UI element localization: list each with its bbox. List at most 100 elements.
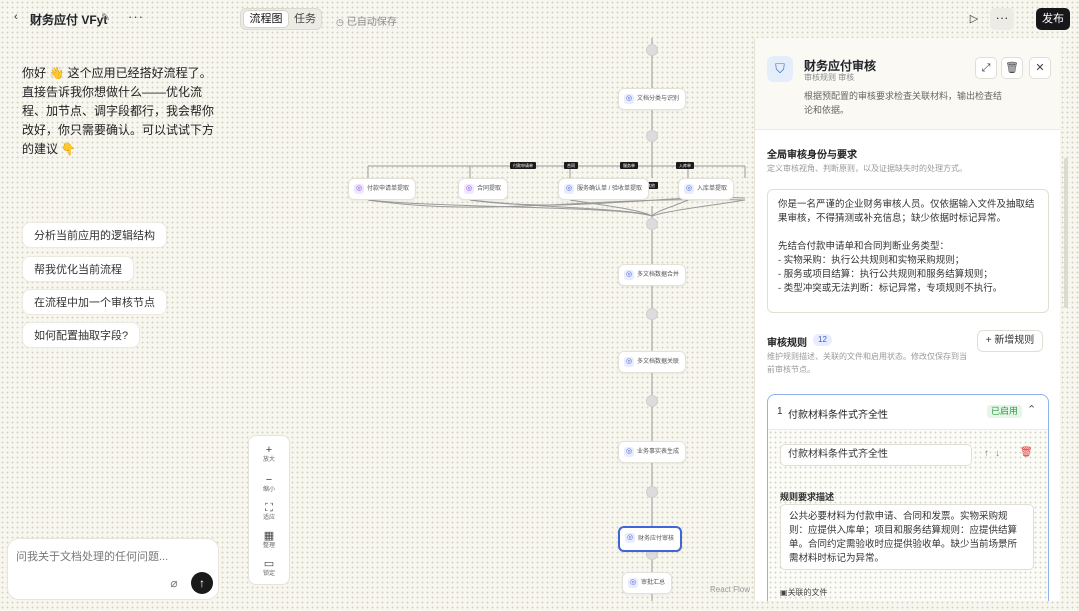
control-label: 适应 [262, 515, 275, 521]
flow-node-merge[interactable]: ◎ 多文档数据合并 [618, 264, 687, 286]
edge-tag: 合同 [564, 162, 578, 169]
panel-scrollbar[interactable] [1062, 38, 1072, 601]
zoom-out-button[interactable]: − 缩小 [249, 474, 289, 494]
save-status: ◷ 已自动保存 [336, 13, 397, 28]
edge-handle[interactable] [646, 44, 658, 56]
suggestion-analyze[interactable]: 分析当前应用的逻辑结构 [22, 222, 167, 248]
arrow-up-icon: ↑ [199, 576, 205, 590]
arrange-button[interactable]: ▦ 整理 [249, 530, 289, 550]
zoom-in-button[interactable]: + 放大 [249, 444, 289, 464]
grid-icon: ▦ [263, 530, 275, 542]
play-icon: ▷ [969, 13, 979, 25]
add-rule-label: 新增规则 [994, 335, 1035, 346]
rule-card-header[interactable]: 1 付款材料条件式齐全性 已启用 ⌃ [768, 395, 1048, 427]
rule-card: 1 付款材料条件式齐全性 已启用 ⌃ 付款材料条件式齐全性 ↑↓ 🗑 规则要求描… [767, 394, 1049, 601]
related-files-text: 关联的文件 [787, 588, 828, 597]
flow-canvas[interactable]: 付款申请单 合同 服务单 入库单 其他 ◎ 文档分类与识别 ◎ 付款申请单提取 ◎ 合… [240, 38, 754, 601]
edge-handle[interactable] [646, 218, 658, 230]
panel-description: 根据预配置的审核要求检查关联材料，输出检查结论和依据。 [804, 91, 1003, 115]
shield-check-icon: ⛉ [767, 56, 793, 82]
paperclip-icon[interactable]: ⌀ [166, 575, 182, 591]
reorder-arrows-icon[interactable]: ↑↓ [984, 448, 1006, 459]
rule-name: 付款材料条件式齐全性 [788, 410, 888, 421]
scrollbar-thumb[interactable] [1064, 158, 1068, 308]
global-prompt-textarea[interactable]: 你是一名严谨的企业财务审核人员。仅依据输入文件及抽取结果审核，不得猜测或补充信息… [767, 189, 1049, 313]
lock-icon: ▭ [263, 558, 275, 570]
trash-icon: 🗑 [1005, 62, 1019, 74]
flow-node-associate[interactable]: ◎ 多文档数据关联 [618, 351, 687, 373]
fit-view-button[interactable]: ⛶ 适应 [249, 502, 289, 522]
node-icon: ◎ [354, 184, 364, 194]
suggestion-optimize[interactable]: 帮我优化当前流程 [22, 256, 134, 282]
suggestion-configure-fields[interactable]: 如何配置抽取字段? [22, 322, 141, 348]
close-panel-button[interactable]: ✕ [1029, 57, 1051, 79]
node-config-panel: ⛉ 财务应付审核 审核规则 审核 根据预配置的审核要求检查关联材料，输出检查结论… [754, 38, 1060, 601]
node-label: 文档分类与识别 [637, 96, 680, 102]
node-label: 合同提取 [477, 186, 502, 192]
node-icon: ◎ [464, 184, 474, 194]
more-menu-button[interactable]: ··· [990, 8, 1014, 30]
edge-handle[interactable] [646, 308, 658, 320]
edge-tag: 服务单 [620, 162, 638, 169]
rule-name-input[interactable]: 付款材料条件式齐全性 [780, 444, 972, 466]
minus-icon: − [265, 474, 273, 486]
trash-icon[interactable]: 🗑 [1020, 447, 1033, 458]
flow-node-contract[interactable]: ◎ 合同提取 [458, 178, 509, 200]
flow-node-approval-summary[interactable]: ◎ 审批汇总 [622, 572, 673, 594]
run-button[interactable]: ▷ [962, 8, 986, 30]
lock-button[interactable]: ▭ 锁定 [249, 558, 289, 578]
tab-tasks[interactable]: 任务 [291, 11, 319, 27]
add-rule-button[interactable]: + 新增规则 [977, 330, 1043, 352]
greeting-line-2: 直接告诉我你想做什么——优化流程、加节点、调字段都行，我会帮你改好，你只需要确认… [22, 85, 215, 156]
global-section-title: 全局审核身份与要求 [767, 150, 857, 161]
node-label: 服务确认单 / 验收单提取 [577, 186, 643, 192]
delete-node-button[interactable]: 🗑 [1001, 57, 1023, 79]
node-icon: ◎ [564, 184, 574, 194]
global-section-desc: 定义审核视角、判断原则，以及证据缺失时的处理方式。 [767, 164, 967, 173]
panel-subtitle: 审核规则 审核 [804, 73, 855, 82]
edge-tag: 付款申请单 [510, 162, 536, 169]
fit-icon: ⛶ [265, 502, 273, 514]
flow-node-service-confirmation[interactable]: ◎ 服务确认单 / 验收单提取 [558, 178, 650, 200]
node-icon: ◎ [625, 533, 635, 543]
rules-section-desc: 维护规则描述、关联的文件和启用状态。修改仅保存到当前审核节点。 [767, 352, 967, 374]
flow-node-fact-table[interactable]: ◎ 业务事实表生成 [618, 441, 687, 463]
publish-button[interactable]: 发布 [1036, 8, 1070, 30]
app-title: 财务应付 VFyt [30, 13, 108, 27]
flow-node-payment-request[interactable]: ◎ 付款申请单提取 [348, 178, 417, 200]
chevron-left-icon[interactable]: ‹ [14, 11, 18, 23]
pencil-icon[interactable]: ✎ [101, 11, 110, 24]
chevron-up-icon[interactable]: ⌃ [1027, 403, 1036, 416]
flow-node-finance-review[interactable]: ◎ 财务应付审核 [618, 526, 683, 552]
panel-header: ⛉ 财务应付审核 审核规则 审核 根据预配置的审核要求检查关联材料，输出检查结论… [755, 38, 1060, 130]
edge-tag: 入库单 [676, 162, 694, 169]
expand-button[interactable]: ⤢ [975, 57, 997, 79]
node-label: 入库单提取 [697, 186, 728, 192]
node-label: 业务事实表生成 [637, 449, 680, 455]
node-label: 财务应付审核 [638, 536, 675, 542]
flow-node-warehouse-receipt[interactable]: ◎ 入库单提取 [678, 178, 735, 200]
rule-requirement-textarea[interactable]: 公共必要材料为付款申请、合同和发票。实物采购规则：应提供入库单；项目和服务结算规… [780, 504, 1034, 570]
rules-count-badge: 12 [813, 334, 832, 346]
edge-handle[interactable] [646, 130, 658, 142]
tab-flowchart[interactable]: 流程图 [244, 11, 288, 27]
related-files-label[interactable]: ▣关联的文件 [780, 587, 828, 598]
control-label: 锁定 [262, 571, 275, 577]
chat-input-box[interactable]: 问我关于文档处理的任何问题... ⌀ ↑ [7, 538, 219, 600]
flow-node-classify[interactable]: ◎ 文档分类与识别 [618, 88, 687, 110]
edge-handle[interactable] [646, 395, 658, 407]
file-icon: ▣ [780, 588, 788, 597]
send-button[interactable]: ↑ [191, 572, 213, 594]
node-icon: ◎ [624, 94, 634, 104]
rule-enabled-badge[interactable]: 已启用 [987, 405, 1023, 418]
edge-handle[interactable] [646, 486, 658, 498]
close-icon: ✕ [1035, 62, 1045, 74]
node-icon: ◎ [684, 184, 694, 194]
chat-input-placeholder[interactable]: 问我关于文档处理的任何问题... [16, 548, 168, 564]
rule-requirement-label: 规则要求描述 [780, 492, 835, 502]
suggestion-add-review-node[interactable]: 在流程中加一个审核节点 [22, 289, 167, 315]
node-icon: ◎ [624, 357, 634, 367]
canvas-controls: + 放大 − 缩小 ⛶ 适应 ▦ 整理 ▭ 锁定 [248, 435, 290, 585]
more-horizontal-icon[interactable]: ··· [128, 9, 144, 24]
react-flow-attribution[interactable]: React Flow [710, 585, 750, 594]
